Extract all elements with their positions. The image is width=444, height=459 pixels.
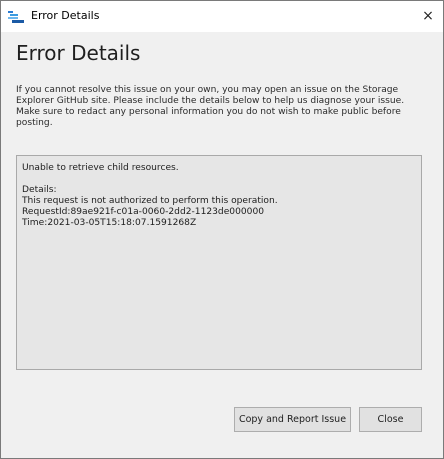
close-icon[interactable]: × [417, 5, 439, 27]
error-time: Time:2021-03-05T15:18:07.1591268Z [22, 218, 197, 228]
error-details-textbox[interactable]: Unable to retrieve child resources. Deta… [16, 155, 422, 370]
storage-explorer-icon [8, 9, 24, 23]
error-details-dialog: Error Details × Error Details If you can… [0, 0, 444, 459]
error-summary: Unable to retrieve child resources. [22, 163, 179, 173]
title-bar: Error Details × [1, 1, 443, 32]
dialog-heading: Error Details [16, 41, 141, 65]
error-message: This request is not authorized to perfor… [22, 196, 278, 206]
details-label: Details: [22, 185, 57, 195]
window-title: Error Details [31, 9, 100, 22]
intro-line: If you cannot resolve this issue on your… [16, 85, 399, 95]
close-button[interactable]: Close [359, 407, 422, 432]
intro-line: posting. [16, 118, 53, 128]
intro-line: Make sure to redact any personal informa… [16, 107, 401, 117]
copy-and-report-issue-button[interactable]: Copy and Report Issue [234, 407, 351, 432]
intro-line: Explorer GitHub site. Please include the… [16, 96, 405, 106]
request-id: RequestId:89ae921f-c01a-0060-2dd2-1123de… [22, 207, 265, 217]
intro-text: If you cannot resolve this issue on your… [16, 85, 431, 129]
